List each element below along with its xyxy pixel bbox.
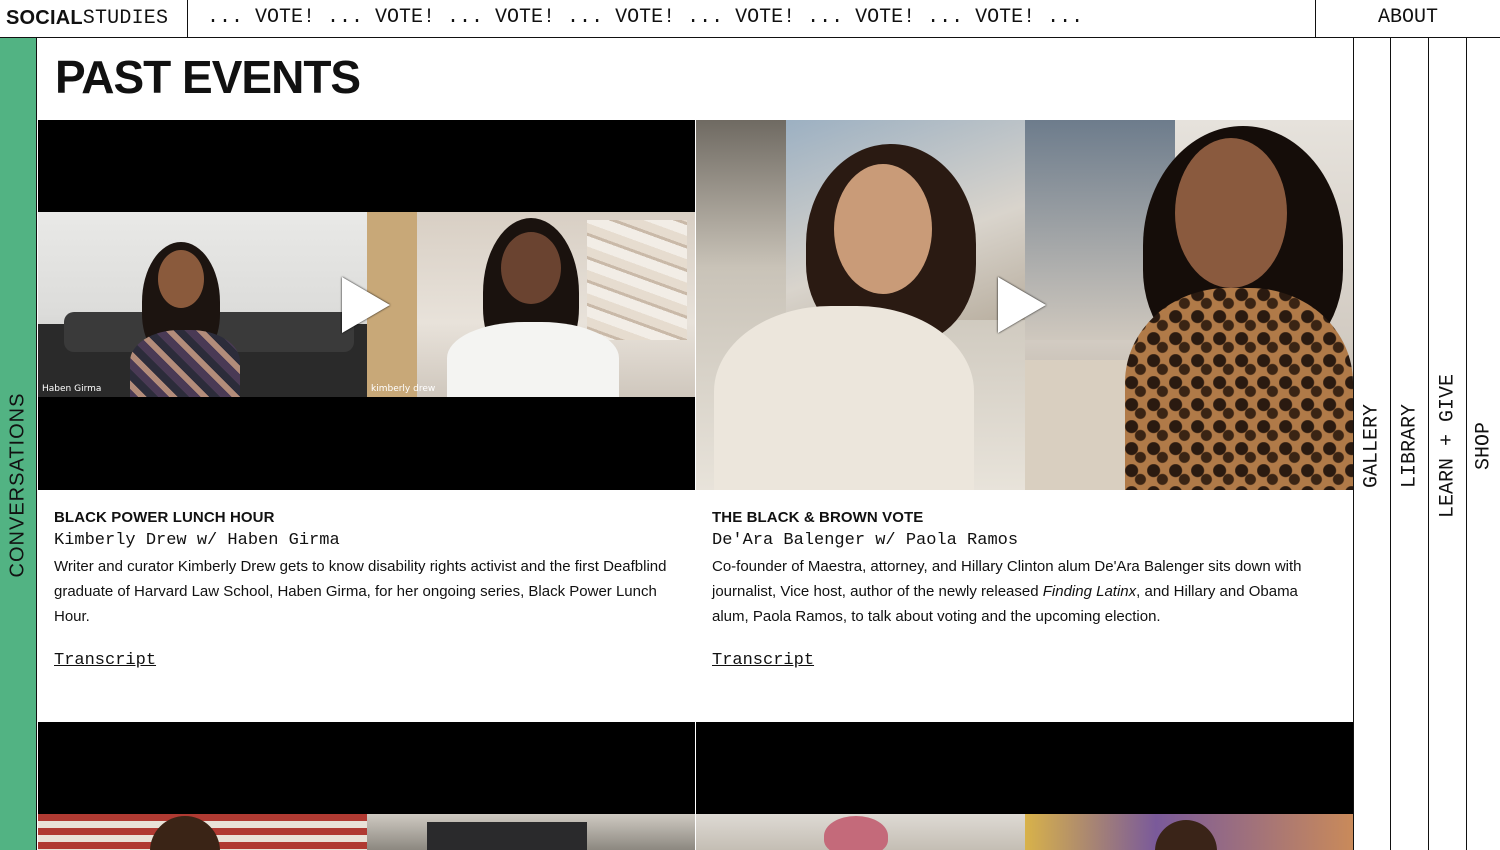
play-icon[interactable] <box>342 277 390 333</box>
event-description: Co-founder of Maestra, attorney, and Hil… <box>712 554 1337 629</box>
transcript-link[interactable]: Transcript <box>54 651 156 670</box>
video-frame-kimberly: kimberly drew <box>367 212 695 397</box>
video-event-3[interactable] <box>38 722 695 850</box>
nav-gallery-label: GALLERY <box>1360 403 1384 489</box>
top-bar: SOCIAL STUDIES ... VOTE! ... VOTE! ... VO… <box>0 0 1500 38</box>
page-title: PAST EVENTS <box>55 51 361 103</box>
video-frame-dearas <box>696 120 1025 490</box>
transcript-link[interactable]: Transcript <box>712 651 814 670</box>
event-title: BLACK POWER LUNCH HOUR <box>54 509 275 526</box>
event-cards: BLACK POWER LUNCH HOUR Kimberly Drew w/ … <box>38 490 1353 722</box>
book-title: Finding Latinx <box>1042 583 1137 600</box>
video-frame-haben: Haben Girma <box>38 212 367 397</box>
event-description: Writer and curator Kimberly Drew gets to… <box>54 558 667 625</box>
event-card-black-power-lunch-hour: BLACK POWER LUNCH HOUR Kimberly Drew w/ … <box>38 490 695 722</box>
event-speakers: De'Ara Balenger w/ Paola Ramos <box>712 531 1019 550</box>
event-title: THE BLACK & BROWN VOTE <box>712 509 924 526</box>
nav-about[interactable]: ABOUT <box>1315 0 1500 37</box>
video-black-brown-vote[interactable] <box>696 120 1353 490</box>
video-row: Haben Girma kimberly drew <box>38 120 1353 490</box>
section-tab-conversations[interactable]: CONVERSATIONS <box>0 38 37 850</box>
video-caption-haben: Haben Girma <box>42 384 102 394</box>
video-frame <box>696 814 1025 850</box>
video-frame <box>367 814 695 850</box>
nav-learn-give-label: LEARN + GIVE <box>1436 373 1459 519</box>
vote-ticker[interactable]: ... VOTE! ... VOTE! ... VOTE! ... VOTE! … <box>189 0 1315 37</box>
video-frame-paola <box>1025 120 1353 490</box>
nav-shop[interactable]: SHOP <box>1466 38 1500 850</box>
nav-library-label: LIBRARY <box>1398 403 1421 489</box>
video-frame <box>38 814 367 850</box>
play-icon[interactable] <box>998 277 1046 333</box>
video-caption-kimberly: kimberly drew <box>371 384 436 394</box>
event-speakers: Kimberly Drew w/ Haben Girma <box>54 531 340 550</box>
nav-shop-label: SHOP <box>1472 421 1495 471</box>
video-event-4[interactable] <box>696 722 1353 850</box>
site-logo[interactable]: SOCIAL STUDIES <box>0 0 188 37</box>
video-black-power-lunch-hour[interactable]: Haben Girma kimberly drew <box>38 120 695 490</box>
event-card-black-brown-vote: THE BLACK & BROWN VOTE De'Ara Balenger w… <box>696 490 1353 722</box>
logo-studies: STUDIES <box>82 7 169 30</box>
nav-library[interactable]: LIBRARY <box>1390 38 1428 850</box>
nav-gallery[interactable]: GALLERY <box>1353 38 1390 850</box>
main-content: PAST EVENTS Haben Girma kimberly drew BL… <box>38 38 1353 850</box>
logo-social: SOCIAL <box>6 7 83 29</box>
video-frame <box>1025 814 1353 850</box>
section-tab-label: CONVERSATIONS <box>6 392 29 578</box>
nav-learn-give[interactable]: LEARN + GIVE <box>1428 38 1466 850</box>
video-row <box>38 722 1353 850</box>
